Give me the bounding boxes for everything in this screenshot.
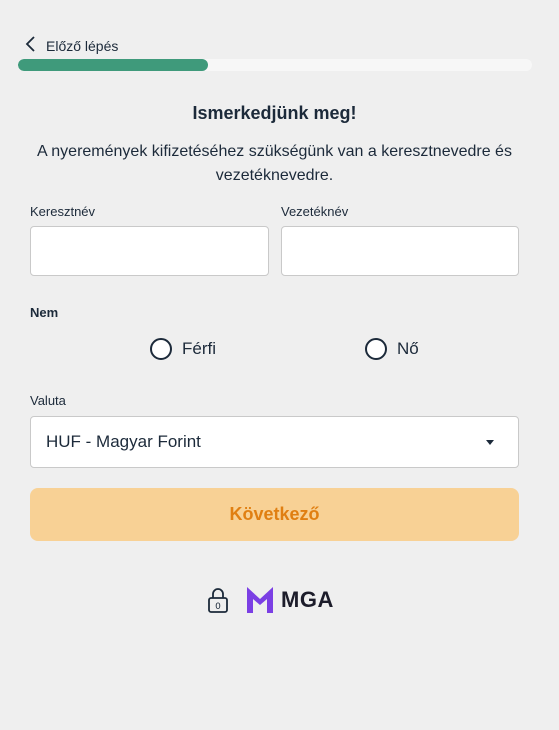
lock-digit: 0	[215, 602, 221, 612]
back-link-label: Előző lépés	[46, 37, 119, 54]
first-name-input[interactable]	[30, 226, 269, 276]
currency-select[interactable]: HUF - Magyar Forint	[30, 416, 519, 468]
gender-label: Nem	[30, 305, 59, 320]
gender-radio-male[interactable]: Férfi	[150, 338, 216, 360]
page-title: Ismerkedjünk meg!	[192, 103, 357, 123]
radio-circle-icon[interactable]	[150, 338, 172, 360]
last-name-input[interactable]	[281, 226, 519, 276]
caret-down-icon	[486, 439, 494, 445]
gender-option-female-label: Nő	[397, 339, 419, 358]
footer-badges: 0 MGA	[207, 585, 334, 615]
chevron-left-icon	[24, 36, 38, 55]
next-button[interactable]: Következő	[30, 488, 519, 541]
first-name-label: Keresztnév	[30, 204, 96, 219]
progress-bar	[18, 59, 532, 71]
gender-option-male-label: Férfi	[182, 339, 216, 358]
gender-radio-female[interactable]: Nő	[365, 338, 419, 360]
progress-fill	[18, 59, 209, 71]
radio-circle-icon[interactable]	[365, 338, 387, 360]
lock-icon: 0	[207, 586, 229, 614]
mga-logo-icon	[245, 585, 275, 615]
currency-selected-value: HUF - Magyar Forint	[46, 432, 201, 451]
last-name-label: Vezetéknév	[281, 204, 349, 219]
page-subtitle: A nyeremények kifizetéséhez szükségünk v…	[37, 143, 512, 184]
mga-logo: MGA	[245, 585, 334, 615]
back-link[interactable]: Előző lépés	[24, 36, 118, 55]
currency-label: Valuta	[30, 393, 66, 408]
mga-logo-text: MGA	[281, 587, 334, 612]
